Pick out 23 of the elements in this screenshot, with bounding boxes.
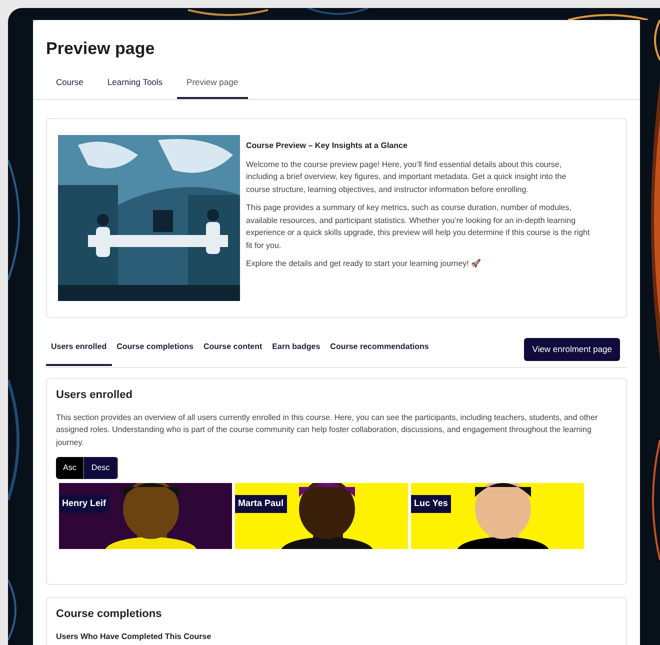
section-tab[interactable]: Earn badges (267, 339, 326, 366)
sort-button[interactable]: Asc (56, 457, 84, 479)
tab[interactable]: Preview page (176, 74, 248, 100)
section-description: This section provides an overview of all users currently enrolled in this course. Here, you can see the participants, including teachers, students, and other assigned roles. Understanding who is part of the course community can help foster collaboration, discussions, and engagement throughout the learning journey. (56, 412, 599, 449)
user-name: Marta Paul (235, 495, 287, 512)
section-title: Users enrolled (56, 388, 134, 403)
section-subtitle: Users Who Have Completed This Course (56, 630, 212, 642)
section-title: Course completions (56, 607, 163, 622)
preview-paragraph: This page provides a summary of key metrics, such as course duration, number of modules, available resources, and participant statistics. Whether you’re looking for an in-depth learning experience or a quick skills upgrade, this preview will help you determine if this course is the right fit for you. (246, 202, 591, 252)
user-name: Luc Yes (411, 495, 451, 512)
tab[interactable]: Course (46, 74, 94, 100)
page-title: Preview page (46, 38, 156, 60)
tab[interactable]: Learning Tools (97, 74, 173, 100)
preview-paragraph: Explore the details and get ready to start your learning journey! 🚀 (246, 258, 482, 270)
enrolment-button[interactable]: View enrolment page (524, 338, 620, 361)
preview-heading: Course Preview – Key Insights at a Glance (246, 140, 408, 152)
preview-paragraph: Welcome to the course preview page! Here, you’ll find essential details about this course, including a brief overview, key figures, and important metadata. Get a quick insight into the course structure, learning objectives, and instructor information before enrolling. (246, 158, 568, 196)
section-tab[interactable]: Course recommendations (325, 339, 434, 366)
user-name: Henry Leif (59, 495, 110, 512)
section-tab[interactable]: Course content (198, 339, 268, 366)
section-tab[interactable]: Users enrolled (46, 339, 112, 366)
section-tab[interactable]: Course completions (112, 339, 198, 366)
sort-button[interactable]: Desc (84, 457, 118, 479)
